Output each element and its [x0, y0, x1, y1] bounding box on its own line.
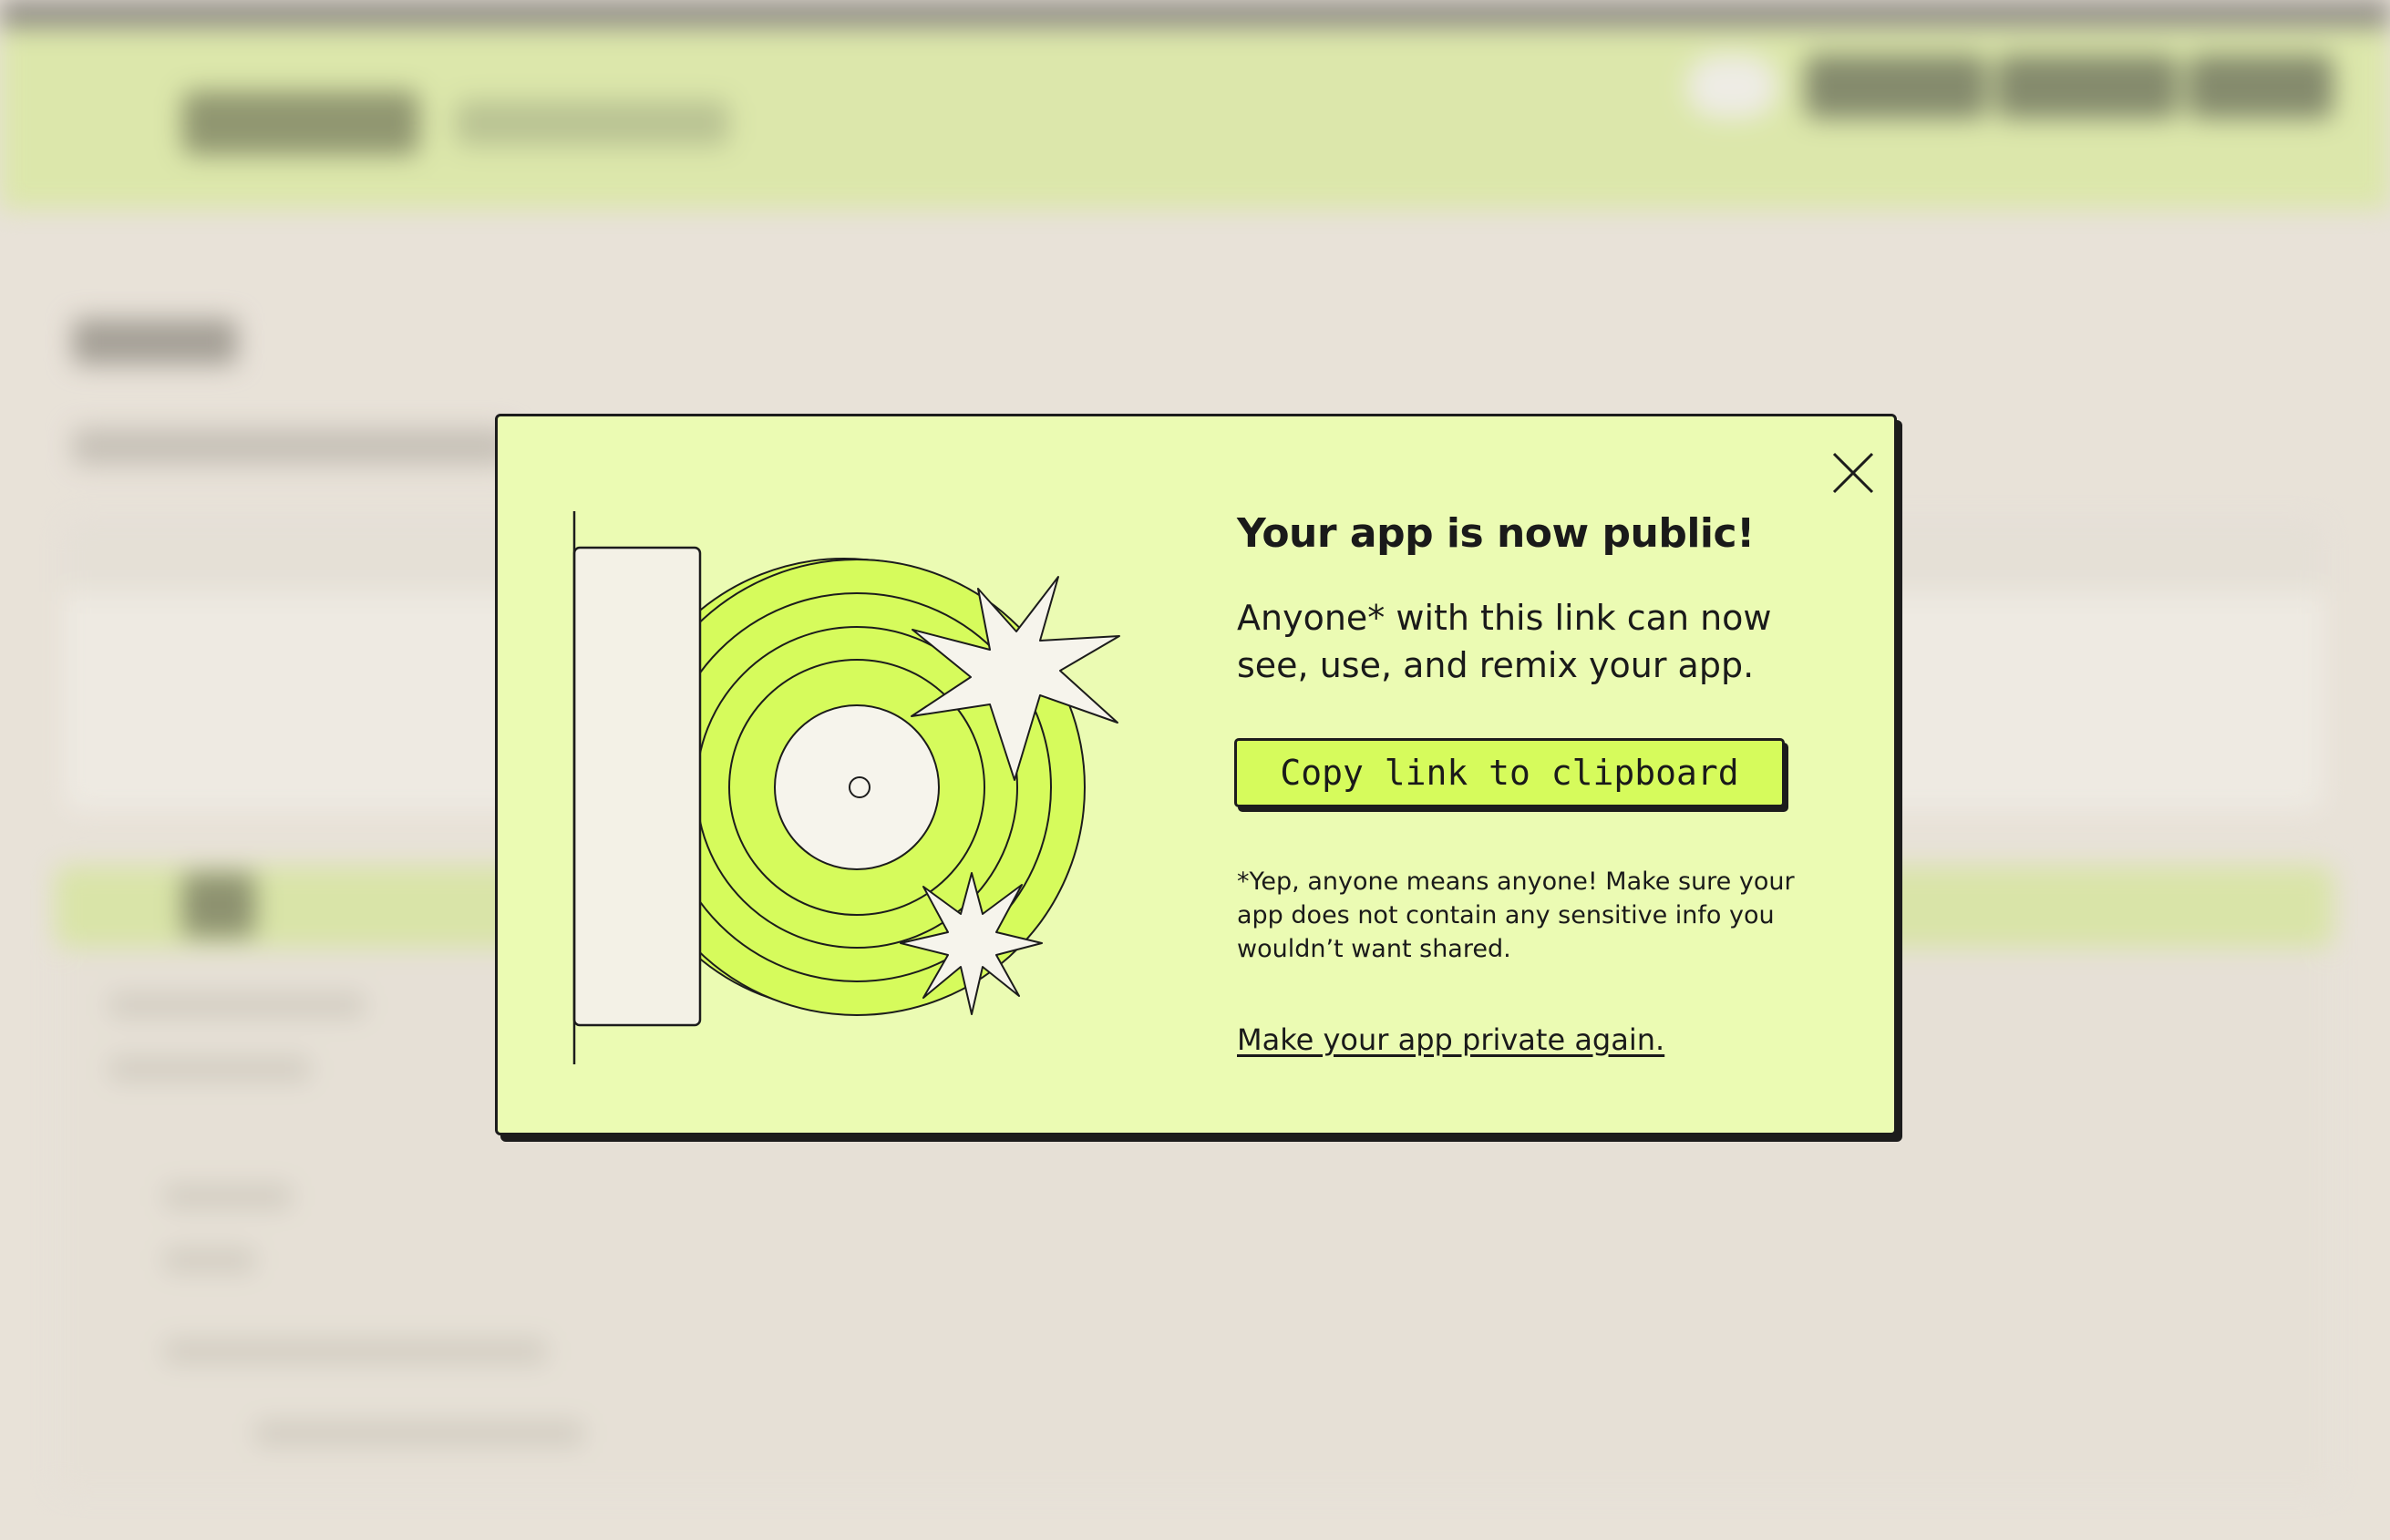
public-app-modal: Your app is now public! Anyone* with thi… — [495, 414, 1897, 1135]
close-button[interactable] — [1824, 444, 1882, 502]
make-private-link[interactable]: Make your app private again. — [1237, 1021, 1664, 1059]
record-sleeve — [572, 511, 702, 1064]
modal-description: Anyone* with this link can now see, use,… — [1237, 598, 1772, 685]
modal-title: Your app is now public! — [1237, 510, 1755, 557]
record-player-illustration — [572, 511, 1120, 1064]
copy-link-button[interactable]: Copy link to clipboard — [1234, 738, 1785, 807]
close-icon — [1832, 452, 1874, 494]
modal-footnote: *Yep, anyone means anyone! Make sure you… — [1237, 868, 1795, 963]
